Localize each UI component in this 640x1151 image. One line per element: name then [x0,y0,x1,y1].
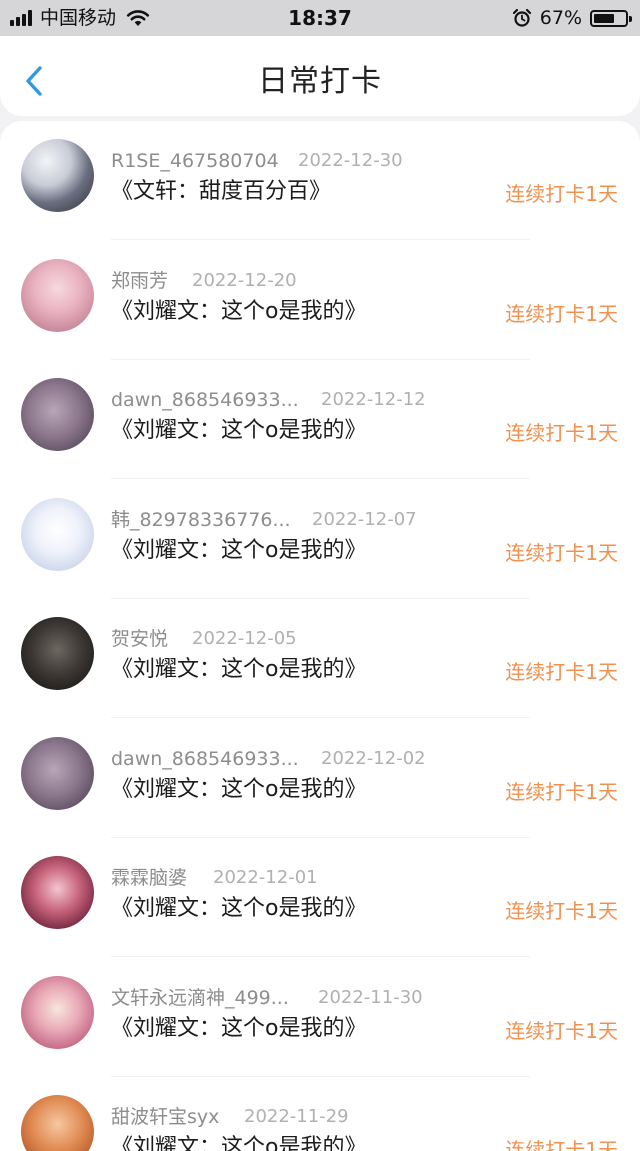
username[interactable]: dawn_868546933... [111,388,299,412]
username[interactable]: dawn_868546933... [111,747,299,771]
page-header: 日常打卡 [0,36,640,116]
avatar[interactable] [21,1095,94,1151]
streak-label: 连续打卡1天 [505,182,618,206]
book-title[interactable]: 《刘耀文：这个o是我的》 [111,775,366,805]
checkin-row[interactable]: dawn_868546933... 2022-12-02 《刘耀文：这个o是我的》 连… [0,719,640,838]
checkin-date: 2022-12-30 [298,150,403,171]
book-title[interactable]: 《文轩：甜度百分百》 [111,177,331,207]
checkin-row[interactable]: 贺安悦 2022-12-05 《刘耀文：这个o是我的》 连续打卡1天 [0,599,640,718]
book-title[interactable]: 《刘耀文：这个o是我的》 [111,1014,366,1044]
checkin-row[interactable]: dawn_868546933... 2022-12-12 《刘耀文：这个o是我的》 连… [0,360,640,479]
checkin-row[interactable]: 韩_82978336776... 2022-12-07 《刘耀文：这个o是我的》 连续… [0,480,640,599]
book-title[interactable]: 《刘耀文：这个o是我的》 [111,536,366,566]
battery-fill [594,13,614,23]
streak-label: 连续打卡1天 [505,421,618,445]
avatar[interactable] [21,975,94,1049]
checkin-row[interactable]: 甜波轩宝syx 2022-11-29 《刘耀文：这个o是我的》 连续打卡1天 [0,1077,640,1151]
streak-label: 连续打卡1天 [505,899,618,923]
avatar[interactable] [21,378,94,451]
checkin-date: 2022-11-30 [318,986,423,1008]
checkin-row[interactable]: R1SE_467580704 2022-12-30 《文轩：甜度百分百》 连续打卡1天 [0,121,640,240]
avatar[interactable] [21,497,94,571]
alarm-icon [512,8,531,27]
book-title[interactable]: 《刘耀文：这个o是我的》 [111,297,366,327]
streak-label: 连续打卡1天 [505,1138,618,1151]
checkin-date: 2022-12-02 [321,747,426,769]
streak-label: 连续打卡1天 [505,1018,618,1043]
avatar[interactable] [21,139,94,212]
username[interactable]: R1SE_467580704 [111,149,279,173]
username[interactable]: 郑雨芳 [111,269,168,293]
battery-percent: 67% [539,7,582,29]
checkin-date: 2022-12-07 [312,508,417,530]
checkin-date: 2022-12-12 [321,389,426,410]
book-title[interactable]: 《刘耀文：这个o是我的》 [111,416,366,446]
checkin-date: 2022-11-29 [244,1106,349,1127]
streak-label: 连续打卡1天 [505,779,618,804]
streak-label: 连续打卡1天 [505,540,618,565]
username[interactable]: 韩_82978336776... [111,508,291,532]
avatar[interactable] [21,258,94,332]
page-title: 日常打卡 [258,64,382,99]
battery-icon [590,9,632,27]
checkin-list[interactable]: R1SE_467580704 2022-12-30 《文轩：甜度百分百》 连续打卡1天… [0,121,640,1151]
avatar[interactable] [21,736,94,810]
username[interactable]: 霖霖脑婆 [111,866,187,890]
battery-cap [629,15,632,22]
username[interactable]: 文轩永远滴神_499... [111,986,289,1010]
checkin-date: 2022-12-20 [192,269,297,291]
checkin-row[interactable]: 文轩永远滴神_499... 2022-11-30 《刘耀文：这个o是我的》 连续打卡1… [0,958,640,1077]
streak-label: 连续打卡1天 [505,660,618,684]
book-title[interactable]: 《刘耀文：这个o是我的》 [111,1133,366,1151]
avatar[interactable] [21,617,94,690]
username[interactable]: 贺安悦 [111,627,168,651]
status-bar: 中国移动 18:37 67% [0,0,640,36]
checkin-row[interactable]: 郑雨芳 2022-12-20 《刘耀文：这个o是我的》 连续打卡1天 [0,241,640,360]
username[interactable]: 甜波轩宝syx [111,1105,219,1129]
checkin-date: 2022-12-01 [213,867,318,888]
streak-label: 连续打卡1天 [505,301,618,326]
status-right: 67% [512,6,632,30]
checkin-row[interactable]: 霖霖脑婆 2022-12-01 《刘耀文：这个o是我的》 连续打卡1天 [0,838,640,957]
checkin-date: 2022-12-05 [192,628,297,649]
book-title[interactable]: 《刘耀文：这个o是我的》 [111,655,366,685]
avatar[interactable] [21,856,94,929]
book-title[interactable]: 《刘耀文：这个o是我的》 [111,894,366,924]
